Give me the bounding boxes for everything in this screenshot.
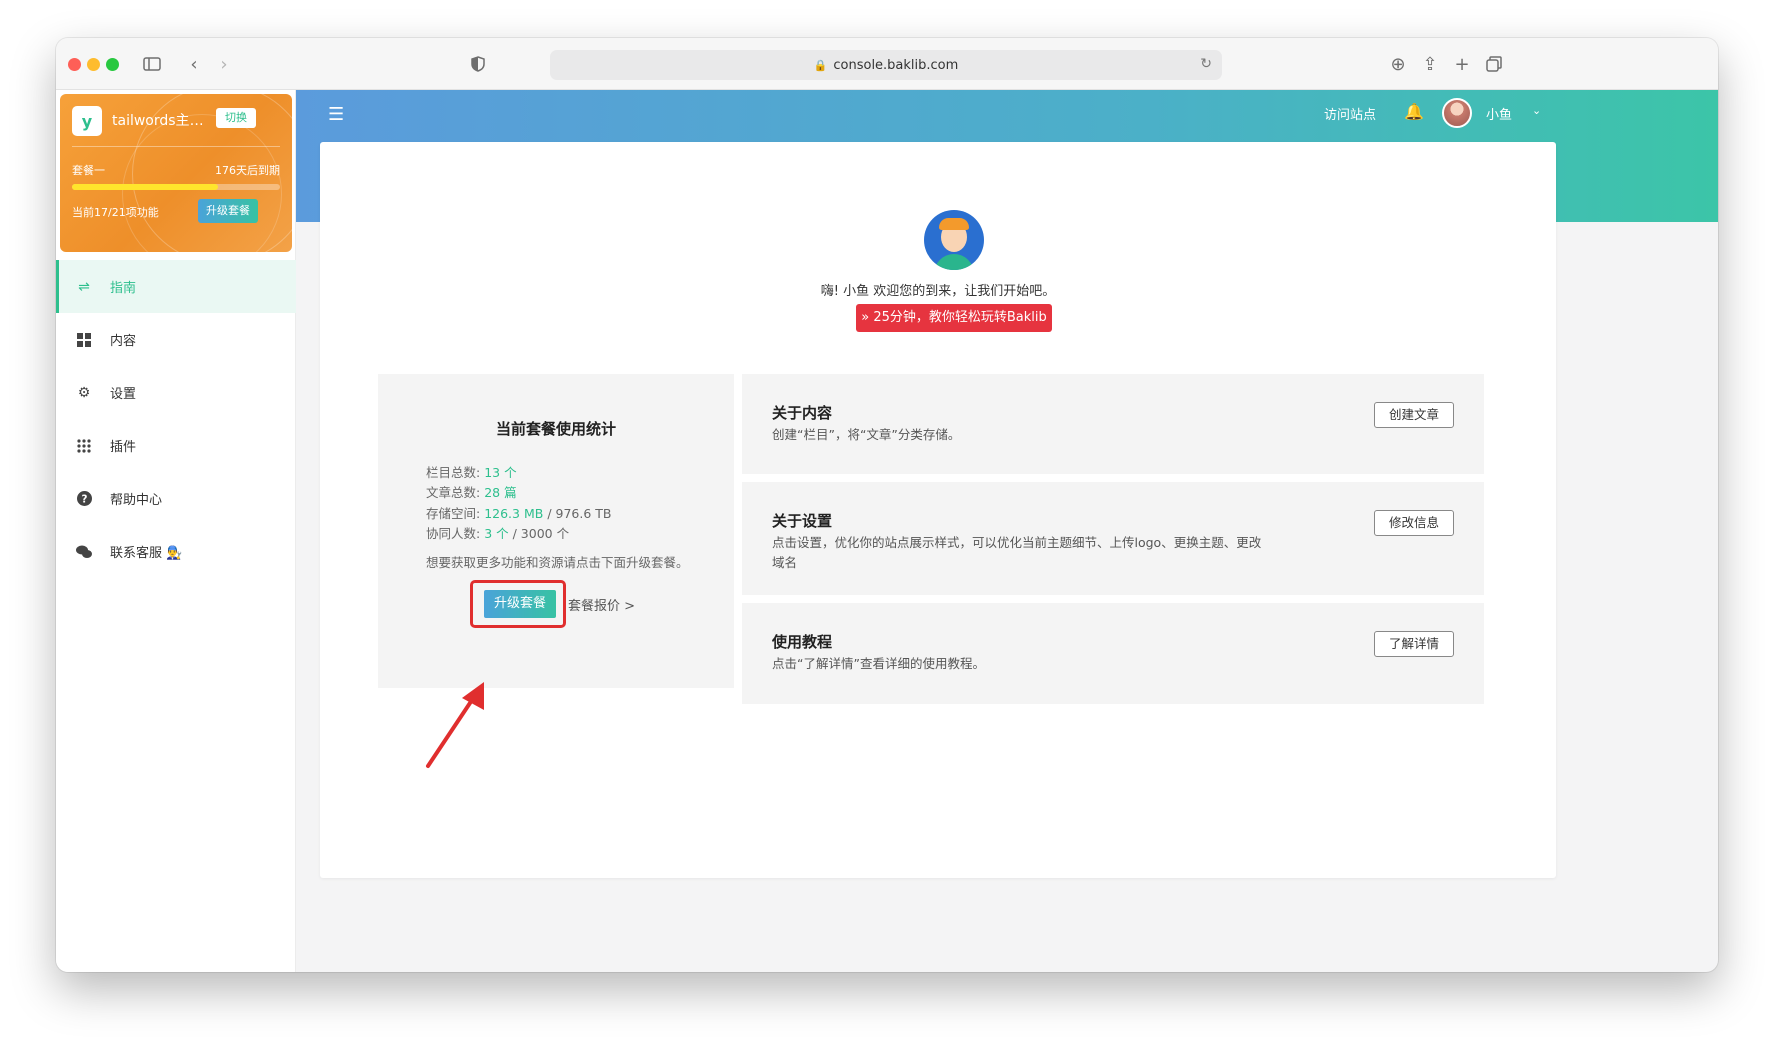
close-window-button[interactable] — [68, 58, 81, 71]
sidebar-item-label: 内容 — [110, 334, 137, 349]
chevron-down-icon[interactable]: ⌄ — [1532, 104, 1541, 117]
back-icon[interactable]: ‹ — [182, 52, 206, 76]
sidebar-item-settings[interactable]: ⚙ 设置 — [56, 366, 296, 419]
site-name[interactable]: tailwords主题... — [112, 110, 216, 130]
plan-features-count: 当前17/21项功能 — [72, 206, 159, 219]
gear-icon: ⚙ — [77, 384, 91, 401]
sidebar-item-label: 联系客服 👨‍🔧 — [110, 546, 183, 561]
guide-card: 嗨! 小鱼 欢迎您的到来，让我们开始吧。 » 25分钟，教你轻松玩转Baklib… — [320, 142, 1556, 878]
sidebar-item-label: 插件 — [110, 440, 137, 455]
stat-total: / 3000 个 — [512, 526, 570, 541]
browser-toolbar: ‹ › 🔒 console.baklib.com ↻ ⊕ ⇪ + — [56, 38, 1718, 90]
card-title: 关于设置 — [772, 512, 833, 530]
stat-total: / 976.6 TB — [547, 506, 612, 521]
avatar-body — [934, 254, 974, 270]
visit-site-link[interactable]: 访问站点 — [1324, 104, 1376, 123]
content-info-card: 关于内容 创建“栏目”，将“文章”分类存储。 创建文章 — [742, 374, 1484, 474]
avatar-hair — [939, 218, 969, 230]
address-bar[interactable]: 🔒 console.baklib.com ↻ — [550, 50, 1222, 80]
plan-usage-fill — [72, 184, 218, 190]
upgrade-button[interactable]: 升级套餐 — [484, 590, 556, 618]
avatar[interactable] — [1442, 98, 1472, 128]
sidebar-item-support[interactable]: 联系客服 👨‍🔧 — [56, 525, 296, 578]
plan-card: y tailwords主题... 切换 套餐一 176天后到期 当前17/21项… — [60, 94, 292, 252]
bell-icon[interactable]: 🔔 — [1404, 102, 1424, 121]
forward-icon[interactable]: › — [212, 52, 236, 76]
stat-row: 栏目总数: 13 个 — [426, 462, 517, 481]
card-title: 使用教程 — [772, 633, 833, 651]
site-logo[interactable]: y — [72, 106, 102, 136]
new-tab-icon[interactable]: + — [1450, 52, 1474, 76]
card-title: 关于内容 — [772, 404, 833, 422]
plan-name: 套餐一 — [72, 164, 105, 177]
browser-window: ‹ › 🔒 console.baklib.com ↻ ⊕ ⇪ + y tailw… — [56, 38, 1718, 972]
signpost-icon: ⇌ — [78, 278, 90, 295]
stat-label: 存储空间: — [426, 506, 481, 521]
sidebar-item-label: 帮助中心 — [110, 493, 163, 508]
main-area: ☰ 访问站点 🔔 小鱼 ⌄ 嗨! 小鱼 欢迎您的到来，让我们开始吧。 » 25分… — [296, 90, 1718, 972]
sidebar-item-content[interactable]: 内容 — [56, 313, 296, 366]
sidebar-item-guide[interactable]: ⇌ 指南 — [56, 260, 296, 313]
divider — [72, 146, 280, 147]
maximize-window-button[interactable] — [106, 58, 119, 71]
learn-more-button[interactable]: 了解详情 — [1374, 631, 1454, 657]
svg-text:?: ? — [81, 493, 87, 505]
sidebar-item-plugins[interactable]: 插件 — [56, 419, 296, 472]
stats-title: 当前套餐使用统计 — [495, 420, 616, 438]
url-text: console.baklib.com — [833, 57, 959, 73]
menu-toggle-icon[interactable]: ☰ — [328, 104, 344, 125]
card-description: 点击设置，优化你的站点展示样式，可以优化当前主题细节、上传logo、更换主题、更… — [772, 535, 1262, 570]
welcome-avatar — [924, 210, 984, 270]
sidebar-nav: ⇌ 指南 内容 ⚙ 设置 插件 ? — [56, 260, 296, 578]
stat-label: 协同人数: — [426, 526, 481, 541]
welcome-text: 嗨! 小鱼 欢迎您的到来，让我们开始吧。 — [820, 284, 1056, 299]
username[interactable]: 小鱼 — [1486, 104, 1512, 123]
plan-usage-bar — [72, 184, 280, 190]
plan-expiry: 176天后到期 — [215, 164, 280, 177]
grid-icon — [76, 332, 92, 348]
tutorial-button[interactable]: » 25分钟，教你轻松玩转Baklib — [856, 304, 1052, 332]
download-icon[interactable]: ⊕ — [1386, 52, 1410, 76]
stat-row: 存储空间: 126.3 MB / 976.6 TB — [426, 503, 611, 522]
sidebar-toggle-icon[interactable] — [140, 52, 164, 76]
annotation-arrow-icon — [426, 682, 484, 768]
stat-label: 栏目总数: — [426, 465, 481, 480]
stat-row: 文章总数: 28 篇 — [426, 482, 517, 501]
card-description: 点击“了解详情”查看详细的使用教程。 — [772, 656, 985, 671]
sidebar-item-help[interactable]: ? 帮助中心 — [56, 472, 296, 525]
settings-info-card: 关于设置 点击设置，优化你的站点展示样式，可以优化当前主题细节、上传logo、更… — [742, 482, 1484, 595]
plan-stats-panel: 当前套餐使用统计 栏目总数: 13 个 文章总数: 28 篇 存储空间: 126… — [378, 374, 734, 688]
create-article-button[interactable]: 创建文章 — [1374, 402, 1454, 428]
reload-icon[interactable]: ↻ — [1200, 56, 1212, 72]
card-description: 创建“栏目”，将“文章”分类存储。 — [772, 427, 961, 442]
sidebar-item-label: 指南 — [110, 281, 137, 296]
sidebar-upgrade-button[interactable]: 升级套餐 — [198, 199, 258, 223]
stat-value: 28 篇 — [484, 485, 517, 500]
stat-value: 13 个 — [484, 465, 517, 480]
tutorial-info-card: 使用教程 点击“了解详情”查看详细的使用教程。 了解详情 — [742, 603, 1484, 704]
lock-icon: 🔒 — [813, 58, 828, 72]
stat-value: 126.3 MB — [484, 506, 544, 521]
stat-row: 协同人数: 3 个 / 3000 个 — [426, 523, 569, 542]
chat-icon — [76, 544, 92, 560]
help-icon: ? — [76, 491, 92, 507]
stat-value: 3 个 — [484, 526, 509, 541]
switch-site-button[interactable]: 切换 — [216, 108, 256, 128]
pricing-link[interactable]: 套餐报价 > — [568, 595, 635, 614]
edit-info-button[interactable]: 修改信息 — [1374, 510, 1454, 536]
minimize-window-button[interactable] — [87, 58, 100, 71]
privacy-shield-icon[interactable] — [466, 52, 490, 76]
tab-overview-icon[interactable] — [1482, 52, 1506, 76]
upgrade-hint: 想要获取更多功能和资源请点击下面升级套餐。 — [426, 555, 689, 570]
sidebar: y tailwords主题... 切换 套餐一 176天后到期 当前17/21项… — [56, 90, 296, 972]
sidebar-item-label: 设置 — [110, 387, 137, 402]
apps-icon — [76, 438, 92, 454]
share-icon[interactable]: ⇪ — [1418, 52, 1442, 76]
stat-label: 文章总数: — [426, 485, 481, 500]
